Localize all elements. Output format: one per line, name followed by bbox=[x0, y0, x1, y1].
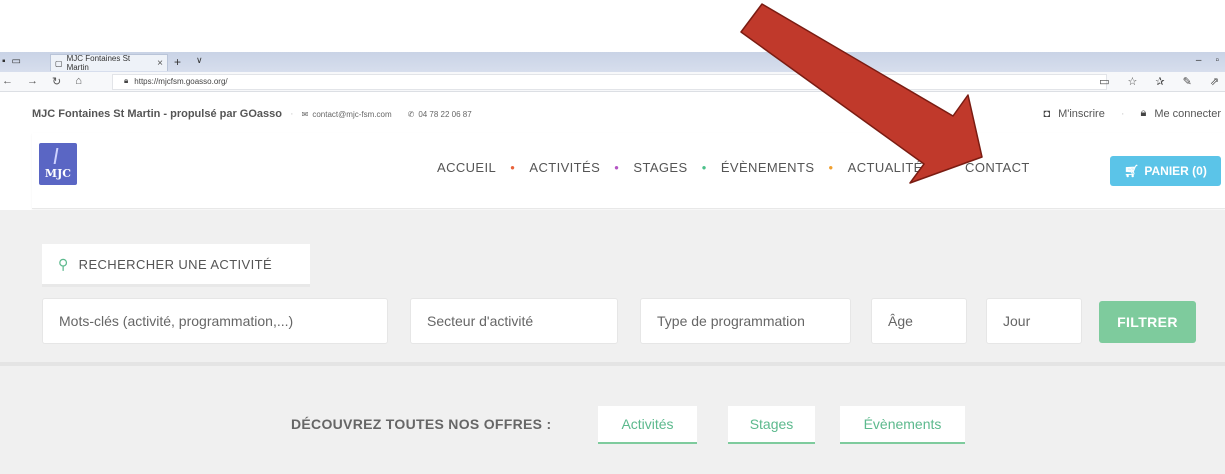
browser-toolbar: ▭ ☆ ✰ ✎ ⇗ bbox=[1099, 75, 1219, 88]
logo-text: MJC bbox=[44, 167, 72, 180]
favorites-icon[interactable]: ✰ bbox=[1155, 75, 1164, 88]
sector-select[interactable]: Secteur d'activité bbox=[410, 298, 618, 344]
search-activity-tab[interactable]: ⚲ RECHERCHER UNE ACTIVITÉ bbox=[42, 244, 310, 287]
site-name: MJC Fontaines St Martin - propulsé par G… bbox=[32, 108, 282, 120]
contact-email[interactable]: ✉ contact@mjc-fsm.com bbox=[302, 110, 392, 119]
offers-section: DÉCOUVREZ TOUTES NOS OFFRES : Activités … bbox=[0, 366, 1225, 474]
home-icon[interactable]: ⌂ bbox=[75, 75, 82, 88]
back-icon[interactable]: ← bbox=[2, 75, 13, 88]
site-top-bar: MJC Fontaines St Martin - propulsé par G… bbox=[32, 95, 1225, 133]
mail-icon: ✉ bbox=[301, 109, 309, 119]
new-tab-icon[interactable]: + bbox=[174, 55, 181, 69]
email-text: contact@mjc-fsm.com bbox=[312, 109, 392, 119]
menu-item-stages[interactable]: STAGES bbox=[633, 160, 687, 175]
search-icon: ⚲ bbox=[58, 255, 69, 272]
tab-menu-icon[interactable]: ∨ bbox=[196, 55, 203, 66]
pen-icon[interactable]: ✎ bbox=[1183, 75, 1192, 88]
signup-icon: ◘ bbox=[1043, 107, 1051, 120]
page: ▪ ▭ ▢ MJC Fontaines St Martin × + ∨ – ▫ … bbox=[0, 0, 1225, 474]
browser-tab-bar: ▪ ▭ ▢ MJC Fontaines St Martin × + ∨ – ▫ bbox=[0, 52, 1225, 72]
signup-link[interactable]: M'inscrire bbox=[1058, 108, 1105, 120]
share-icon[interactable]: ⇗ bbox=[1210, 75, 1219, 88]
menu-item-activites[interactable]: ACTIVITÉS bbox=[529, 160, 600, 175]
tab-preview-icon[interactable]: ▭ bbox=[12, 56, 21, 67]
browser-address-bar: ← → ↻ ⌂ 🔒︎ https://mjcfsm.goasso.org/ ▭ … bbox=[0, 72, 1225, 92]
offer-activities-button[interactable]: Activités bbox=[598, 406, 697, 444]
menu-separator-dot: ● bbox=[828, 163, 834, 172]
menu-item-accueil[interactable]: ACCUEIL bbox=[437, 160, 496, 175]
login-link[interactable]: Me connecter bbox=[1154, 108, 1221, 120]
phone-text: 04 78 22 06 87 bbox=[418, 109, 472, 119]
browser-tab[interactable]: ▢ MJC Fontaines St Martin × bbox=[50, 54, 168, 72]
forward-icon[interactable]: → bbox=[27, 75, 38, 88]
separator: · bbox=[1120, 107, 1125, 120]
offer-events-button[interactable]: Évènements bbox=[840, 406, 965, 444]
cart-label: PANIER (0) bbox=[1144, 164, 1207, 178]
age-select[interactable]: Âge bbox=[871, 298, 967, 344]
main-header: MJC ACCUEIL ● ACTIVITÉS ● STAGES ● ÉVÈNEMENTS ●… bbox=[32, 133, 1225, 209]
menu-separator-dot: ● bbox=[701, 163, 707, 172]
search-section: ⚲ RECHERCHER UNE ACTIVITÉ Mots-clés (act… bbox=[0, 210, 1225, 362]
site-logo[interactable]: MJC bbox=[39, 143, 77, 185]
menu-item-evenements[interactable]: ÉVÈNEMENTS bbox=[721, 160, 815, 175]
search-tab-label: RECHERCHER UNE ACTIVITÉ bbox=[78, 256, 273, 272]
menu-separator-dot: ● bbox=[614, 163, 620, 172]
minimize-icon[interactable]: – bbox=[1196, 55, 1202, 66]
favorite-star-icon[interactable]: ☆ bbox=[1127, 75, 1137, 88]
offer-stages-button[interactable]: Stages bbox=[728, 406, 815, 444]
url-field[interactable] bbox=[112, 74, 1107, 90]
page-icon: ▢ bbox=[55, 58, 63, 68]
separator: · bbox=[289, 108, 294, 120]
logo-mark bbox=[53, 148, 59, 164]
url-display: 🔒︎ https://mjcfsm.goasso.org/ bbox=[124, 76, 228, 86]
refresh-icon[interactable]: ↻ bbox=[52, 75, 61, 88]
programmation-type-select[interactable]: Type de programmation bbox=[640, 298, 851, 344]
day-select[interactable]: Jour bbox=[986, 298, 1082, 344]
tab-set-icon[interactable]: ▪ bbox=[2, 56, 6, 67]
lock-icon: 🔒︎ bbox=[1140, 107, 1147, 119]
menu-item-contact[interactable]: CONTACT bbox=[965, 160, 1030, 175]
tab-bar-icons: ▪ ▭ bbox=[2, 56, 21, 67]
maximize-icon[interactable]: ▫ bbox=[1215, 55, 1219, 66]
menu-separator-dot: ● bbox=[510, 163, 516, 172]
account-links: ◘ M'inscrire · 🔒︎ Me connecter bbox=[1043, 107, 1221, 120]
menu-item-actualites[interactable]: ACTUALITÉS bbox=[848, 160, 932, 175]
main-menu: ACCUEIL ● ACTIVITÉS ● STAGES ● ÉVÈNEMENTS ● ACTU… bbox=[437, 160, 1030, 175]
cart-button[interactable]: 🛒︎ PANIER (0) bbox=[1110, 156, 1221, 186]
offers-label: DÉCOUVREZ TOUTES NOS OFFRES : bbox=[291, 416, 552, 432]
cart-icon: 🛒︎ bbox=[1124, 164, 1140, 178]
contact-phone[interactable]: ✆ 04 78 22 06 87 bbox=[408, 110, 472, 119]
window-controls: – ▫ bbox=[1196, 55, 1219, 66]
keywords-input[interactable]: Mots-clés (activité, programmation,...) bbox=[42, 298, 388, 344]
nav-buttons: ← → ↻ ⌂ bbox=[2, 75, 82, 88]
phone-icon: ✆ bbox=[407, 109, 415, 119]
filter-button[interactable]: FILTRER bbox=[1099, 301, 1196, 343]
tab-close-icon[interactable]: × bbox=[157, 58, 163, 69]
reading-view-icon[interactable]: ▭ bbox=[1099, 75, 1109, 88]
lock-icon: 🔒︎ bbox=[124, 76, 129, 85]
menu-separator-dot: ● bbox=[945, 163, 952, 172]
url-text: https://mjcfsm.goasso.org/ bbox=[134, 76, 228, 86]
tab-title: MJC Fontaines St Martin bbox=[66, 54, 131, 72]
